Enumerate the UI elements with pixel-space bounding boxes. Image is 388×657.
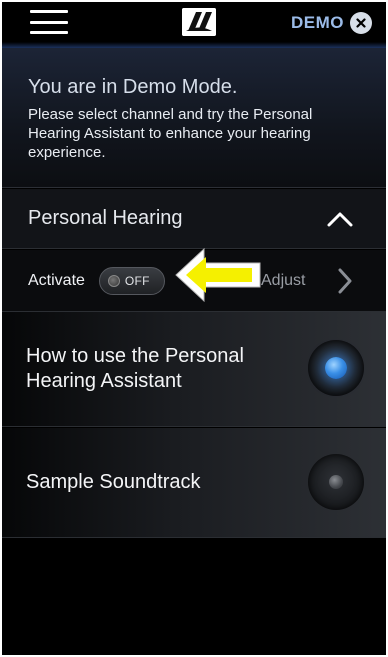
- channel-label: How to use the Personal Hearing Assistan…: [26, 345, 244, 392]
- channel-radio-unselected[interactable]: [308, 454, 364, 510]
- radio-unselected-icon: [329, 475, 343, 489]
- channel-radio-selected[interactable]: [308, 340, 364, 396]
- channel-item-how-to-use[interactable]: How to use the Personal Hearing Assistan…: [2, 312, 386, 427]
- channel-item-sample-soundtrack[interactable]: Sample Soundtrack: [2, 428, 386, 538]
- top-bar: DEMO: [2, 2, 386, 48]
- personal-hearing-header[interactable]: Personal Hearing: [2, 189, 386, 249]
- close-circle-icon[interactable]: [350, 12, 372, 34]
- radio-selected-icon: [325, 357, 347, 379]
- channel-label: Sample Soundtrack: [26, 471, 201, 493]
- demo-mode-message: You are in Demo Mode. Please select chan…: [2, 48, 386, 188]
- demo-label: DEMO: [291, 13, 344, 32]
- sennheiser-logo-icon: [182, 8, 216, 36]
- demo-mode-description: Please select channel and try the Person…: [28, 106, 313, 161]
- switch-knob: [107, 274, 120, 287]
- chevron-up-icon[interactable]: [326, 210, 354, 228]
- activate-label: Activate: [28, 271, 85, 289]
- switch-state: OFF: [124, 273, 150, 288]
- adjust-link[interactable]: Adjust: [261, 272, 305, 290]
- app-screen: DEMO You are in Demo Mode. Please select…: [0, 0, 388, 657]
- demo-mode-button[interactable]: DEMO: [291, 10, 372, 36]
- hamburger-menu-icon[interactable]: [30, 6, 68, 38]
- chevron-right-icon[interactable]: [338, 268, 352, 294]
- yellow-arrow-icon: [175, 247, 261, 303]
- activate-switch[interactable]: OFF: [98, 266, 165, 295]
- personal-hearing-label: Personal Hearing: [28, 207, 183, 229]
- demo-mode-title: You are in Demo Mode.: [28, 76, 238, 98]
